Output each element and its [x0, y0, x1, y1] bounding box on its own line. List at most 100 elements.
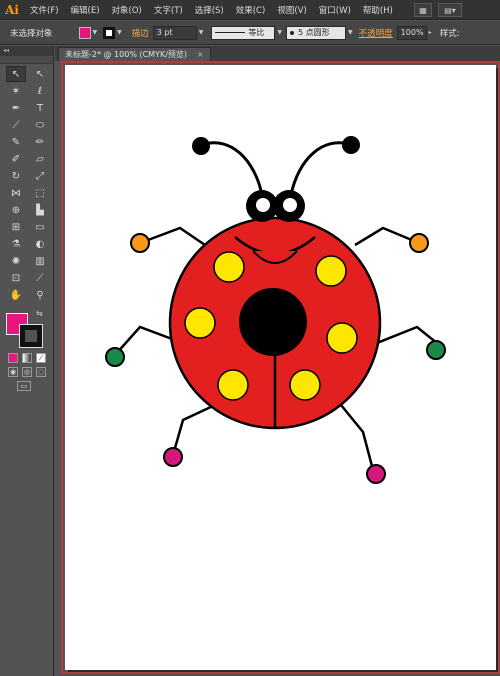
brush-value: 5 点圆形: [298, 28, 330, 37]
opacity-value: 100%: [400, 28, 424, 37]
paintbrush-tool-icon[interactable]: ✎: [6, 134, 26, 150]
gradient-mode-icon[interactable]: [22, 353, 32, 363]
pen-tool-icon[interactable]: ✒: [6, 100, 26, 116]
style-label: 样式:: [439, 28, 460, 39]
leg-right-bottom: [340, 404, 375, 471]
pencil-tool-icon[interactable]: ✏: [30, 134, 50, 150]
blob-brush-tool-icon[interactable]: ✐: [6, 151, 26, 167]
screen-mode-row: ▭: [17, 381, 53, 391]
direct-selection-tool-icon[interactable]: ↖: [30, 66, 50, 82]
opacity-field[interactable]: 100%: [396, 25, 427, 40]
chevron-down-icon[interactable]: ▼: [348, 29, 353, 36]
profile-value: 等比: [248, 28, 265, 37]
draw-normal-icon[interactable]: ◉: [8, 367, 18, 377]
tools-collapse[interactable]: ◂◂: [0, 46, 53, 56]
selection-status: 未选择对象: [10, 28, 53, 39]
close-icon[interactable]: ×: [197, 50, 204, 59]
center-spot: [239, 288, 307, 356]
stroke-swatch[interactable]: [103, 26, 116, 39]
foot-right-top: [409, 233, 429, 253]
foot-left-top: [130, 233, 150, 253]
free-transform-tool-icon[interactable]: ⬚: [30, 185, 50, 201]
chevron-right-icon[interactable]: ▸: [429, 29, 432, 36]
foot-right-mid: [426, 340, 446, 360]
eye-right-white: [283, 198, 297, 212]
control-bar: 未选择对象 ▼ ▼ 描边 3 pt ▼ 等比 ▼ 5 点圆形 ▼ 不透明度 10…: [0, 21, 500, 45]
draw-inside-icon[interactable]: ◌: [36, 367, 46, 377]
rotate-tool-icon[interactable]: ↻: [6, 168, 26, 184]
foot-left-bottom: [163, 447, 183, 467]
antenna-tip-right: [342, 136, 360, 154]
chevron-down-icon[interactable]: ▼: [277, 29, 282, 36]
menu-file[interactable]: 文件(F): [24, 4, 65, 16]
document-tabbar: 未标题-2* @ 100% (CMYK/预览) ×: [55, 46, 500, 61]
screen-mode-icon[interactable]: ▭: [17, 381, 31, 391]
stroke-label[interactable]: 描边: [132, 27, 149, 39]
artboard[interactable]: [61, 61, 500, 674]
swap-fill-stroke-icon[interactable]: ⇆: [36, 309, 43, 318]
perspective-grid-tool-icon[interactable]: ▙: [30, 202, 50, 218]
menu-type[interactable]: 文字(T): [148, 4, 189, 16]
brush-dot-icon: [290, 30, 295, 35]
lasso-tool-icon[interactable]: ℓ: [30, 83, 50, 99]
menu-window[interactable]: 窗口(W): [313, 4, 357, 16]
line-tool-icon[interactable]: ⟋: [6, 117, 26, 133]
width-tool-icon[interactable]: ⋈: [6, 185, 26, 201]
menu-object[interactable]: 对象(O): [106, 4, 148, 16]
draw-behind-icon[interactable]: ◎: [22, 367, 32, 377]
document-area: 未标题-2* @ 100% (CMYK/预览) ×: [55, 46, 500, 676]
fill-stroke-widget: ⇆: [6, 309, 53, 349]
artboard-tool-icon[interactable]: ⊡: [6, 270, 26, 286]
menu-edit[interactable]: 编辑(E): [65, 4, 106, 16]
shape-builder-tool-icon[interactable]: ⊕: [6, 202, 26, 218]
menu-effect[interactable]: 效果(C): [230, 4, 272, 16]
zoom-tool-icon[interactable]: ⚲: [30, 287, 50, 303]
variable-width-profile[interactable]: 等比: [211, 25, 276, 40]
column-graph-tool-icon[interactable]: ▥: [30, 253, 50, 269]
scale-tool-icon[interactable]: ⤢: [30, 168, 50, 184]
spot-left-mid: [184, 307, 216, 339]
foot-left-mid: [105, 347, 125, 367]
color-mode-icon[interactable]: [8, 353, 18, 363]
eraser-tool-icon[interactable]: ▱: [30, 151, 50, 167]
magic-wand-tool-icon[interactable]: ✶: [6, 83, 26, 99]
menu-bar: Ai 文件(F) 编辑(E) 对象(O) 文字(T) 选择(S) 效果(C) 视…: [0, 0, 500, 20]
opacity-label[interactable]: 不透明度: [359, 27, 393, 39]
symbol-sprayer-tool-icon[interactable]: ✺: [6, 253, 26, 269]
foot-right-bottom: [366, 464, 386, 484]
ladybug-artwork: [105, 136, 446, 484]
document-tab[interactable]: 未标题-2* @ 100% (CMYK/预览) ×: [58, 47, 211, 61]
antenna-tip-left: [192, 137, 210, 155]
chevron-down-icon[interactable]: ▼: [199, 29, 204, 36]
mesh-tool-icon[interactable]: ⊞: [6, 219, 26, 235]
brush-definition[interactable]: 5 点圆形: [286, 25, 347, 40]
menu-view[interactable]: 视图(V): [271, 4, 312, 16]
eye-left-white: [256, 198, 270, 212]
workspace-switcher-icon[interactable]: ▤▾: [438, 3, 462, 17]
app-logo: Ai: [5, 2, 19, 17]
menu-right-tools: ▦ ▤▾: [414, 3, 462, 17]
gradient-tool-icon[interactable]: ▭: [30, 219, 50, 235]
chevron-down-icon[interactable]: ▼: [93, 29, 98, 36]
slice-tool-icon[interactable]: ⟋: [30, 270, 50, 286]
chevron-down-icon[interactable]: ▼: [117, 29, 122, 36]
menu-help[interactable]: 帮助(H): [357, 4, 399, 16]
stroke-color-box[interactable]: [19, 324, 43, 348]
hand-tool-icon[interactable]: ✋: [6, 287, 26, 303]
fill-swatch[interactable]: [78, 26, 91, 39]
ellipse-tool-icon[interactable]: ⬭: [30, 117, 50, 133]
antenna-left: [201, 141, 264, 196]
arrange-documents-icon[interactable]: ▦: [414, 3, 432, 17]
leg-left-bottom: [171, 403, 216, 456]
stroke-weight-field[interactable]: 3 pt: [152, 25, 197, 40]
tools-grip[interactable]: [0, 56, 53, 64]
none-mode-icon[interactable]: ⁄: [36, 353, 46, 363]
type-tool-icon[interactable]: T: [30, 100, 50, 116]
spot-right-bottom: [289, 369, 321, 401]
selection-tool-icon[interactable]: ↖: [6, 66, 26, 82]
menu-select[interactable]: 选择(S): [189, 4, 230, 16]
antenna-right: [289, 141, 352, 196]
color-mode-row: ⁄: [8, 353, 53, 363]
eyedropper-tool-icon[interactable]: ⚗: [6, 236, 26, 252]
blend-tool-icon[interactable]: ◐: [30, 236, 50, 252]
